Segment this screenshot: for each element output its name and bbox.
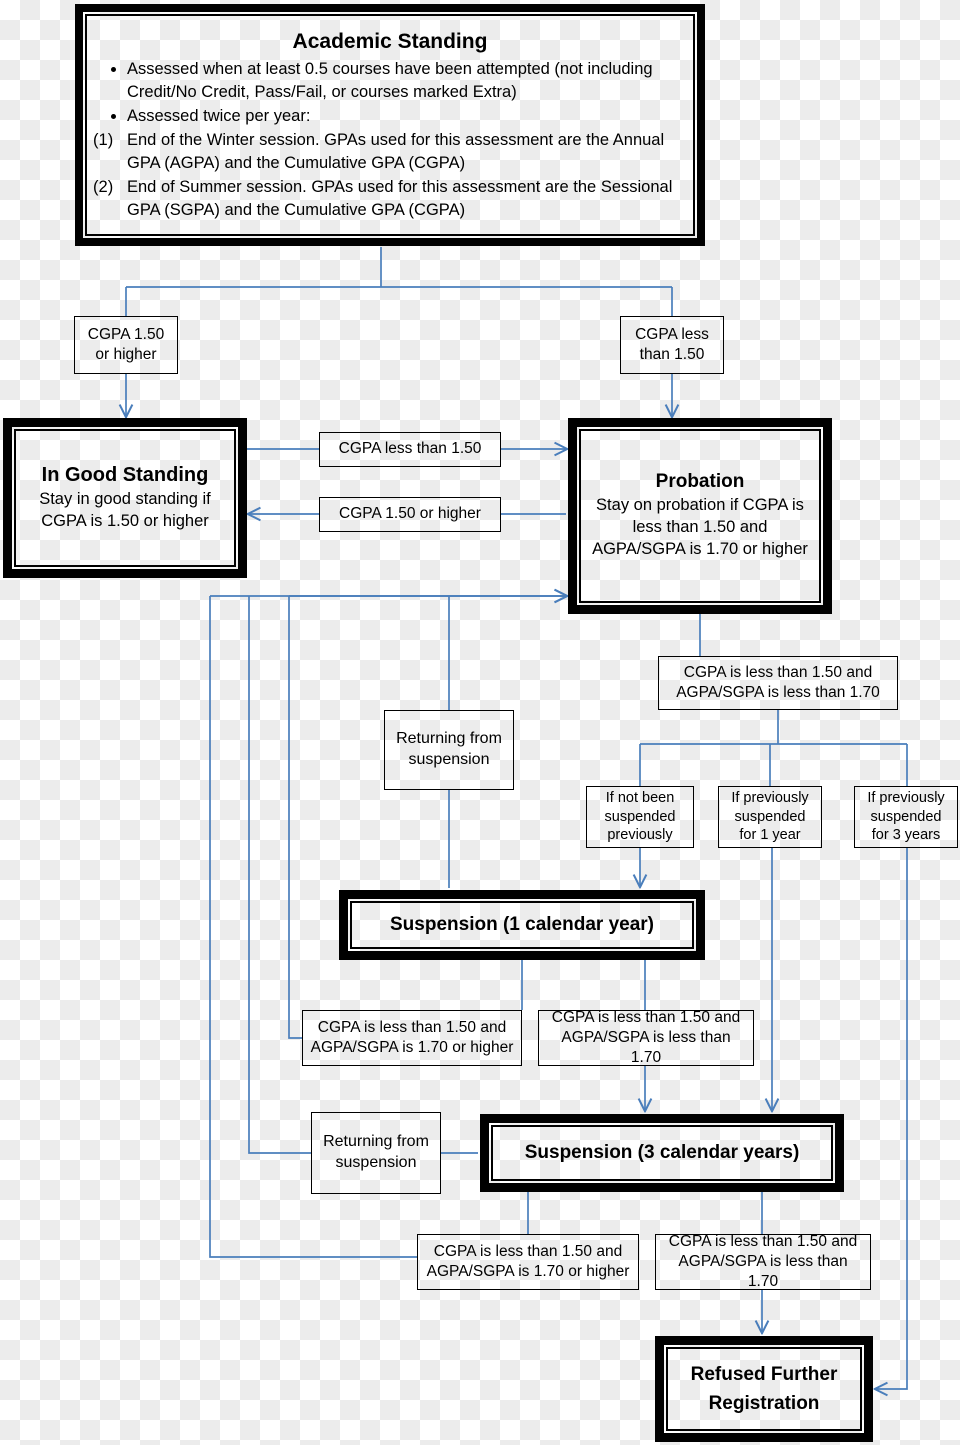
- node-refused-further-registration: Refused Further Registration: [655, 1336, 873, 1442]
- header-bullet-item: Assessed twice per year:: [127, 105, 679, 128]
- label-suspension1-fail-condition: CGPA is less than 1.50 and AGPA/SGPA is …: [538, 1008, 754, 1067]
- label-suspension3-ok-condition: CGPA is less than 1.50 and AGPA/SGPA is …: [417, 1234, 639, 1290]
- label-text: CGPA is less than 1.50 and AGPA/SGPA is …: [551, 1008, 741, 1067]
- label-text: If previously suspended for 1 year: [731, 789, 809, 844]
- header-numbered-list: End of the Winter session. GPAs used for…: [93, 129, 679, 223]
- header-numbered-item: End of the Winter session. GPAs used for…: [93, 129, 665, 172]
- label-text: Returning from suspension: [323, 1133, 429, 1171]
- node-in-good-standing: In Good Standing Stay in good standing i…: [3, 418, 247, 578]
- label-if-not-suspended-previously: If not been suspended previously: [586, 786, 694, 848]
- node-suspension-1-calendar-year: Suspension (1 calendar year): [339, 890, 705, 960]
- flowchart-canvas: Academic Standing Assessed when at least…: [0, 0, 960, 1445]
- label-probation-to-good: CGPA 1.50 or higher: [319, 497, 501, 532]
- label-if-previously-suspended-3-years: If previously suspended for 3 years: [854, 786, 958, 848]
- node-subtitle: Stay in good standing if CGPA is 1.50 or…: [39, 489, 211, 530]
- label-suspension3-fail-condition: CGPA is less than 1.50 and AGPA/SGPA is …: [655, 1232, 871, 1291]
- label-good-to-probation: CGPA less than 1.50: [319, 432, 501, 467]
- label-text: If not been suspended previously: [604, 789, 676, 844]
- label-text: CGPA is less than 1.50 and AGPA/SGPA is …: [426, 1242, 630, 1280]
- label-cgpa-1-50-or-higher: CGPA 1.50 or higher: [74, 316, 178, 374]
- header-bullet-list: Assessed when at least 0.5 courses have …: [101, 58, 679, 129]
- node-title: Suspension (3 calendar years): [524, 1142, 800, 1163]
- node-probation: Probation Stay on probation if CGPA is l…: [568, 418, 832, 614]
- label-cgpa-less-than-1-50: CGPA less than 1.50: [620, 316, 724, 374]
- node-suspension-3-calendar-years: Suspension (3 calendar years): [480, 1114, 844, 1192]
- header-bullet-item: Assessed when at least 0.5 courses have …: [127, 58, 679, 104]
- header-numbered-item: End of Summer session. GPAs used for thi…: [93, 176, 673, 219]
- label-text: CGPA 1.50 or higher: [339, 505, 481, 523]
- node-title: Suspension (1 calendar year): [390, 914, 654, 935]
- label-text: CGPA is less than 1.50 and AGPA/SGPA is …: [668, 1232, 858, 1291]
- label-text: CGPA less than 1.50: [635, 325, 709, 363]
- label-returning-from-suspension-1: Returning from suspension: [384, 710, 514, 790]
- label-text: CGPA is less than 1.50 and AGPA/SGPA is …: [676, 663, 880, 701]
- node-title: Probation: [655, 471, 745, 493]
- node-subtitle: Stay on probation if CGPA is less than 1…: [592, 496, 808, 558]
- node-title: Refused Further Registration: [690, 1363, 838, 1414]
- label-suspension1-ok-condition: CGPA is less than 1.50 and AGPA/SGPA is …: [302, 1010, 522, 1066]
- label-text: CGPA 1.50 or higher: [87, 325, 165, 363]
- page-title: Academic Standing: [292, 30, 488, 53]
- label-probation-fail-condition: CGPA is less than 1.50 and AGPA/SGPA is …: [658, 656, 898, 710]
- label-returning-from-suspension-2: Returning from suspension: [311, 1112, 441, 1194]
- label-text: CGPA less than 1.50: [338, 440, 482, 458]
- label-text: Returning from suspension: [396, 730, 502, 768]
- node-title: In Good Standing: [41, 463, 209, 486]
- label-if-previously-suspended-1-year: If previously suspended for 1 year: [718, 786, 822, 848]
- label-text: CGPA is less than 1.50 and AGPA/SGPA is …: [310, 1018, 514, 1056]
- label-text: If previously suspended for 3 years: [867, 789, 945, 844]
- academic-standing-header-box: Academic Standing Assessed when at least…: [75, 4, 705, 246]
